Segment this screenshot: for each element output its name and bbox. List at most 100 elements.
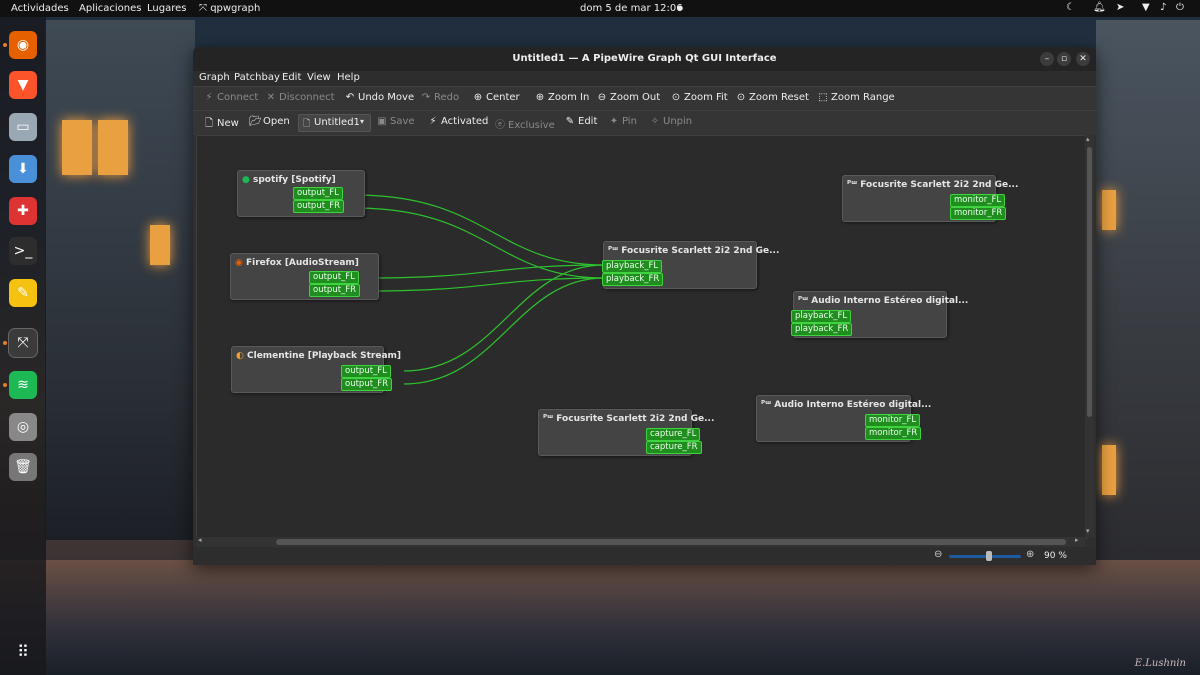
menu-patchbay[interactable]: Patchbay [234,72,280,83]
port-monitor-fr[interactable]: monitor_FR [950,207,1007,220]
menu-graph[interactable]: Graph [199,72,230,83]
menu-edit[interactable]: Edit [282,72,301,83]
port-output-fl[interactable]: output_FL [309,271,359,284]
zoom-out-button[interactable]: ⊖ Zoom Out [596,92,660,103]
telegram-icon[interactable]: ➤ [1116,2,1124,13]
volume-icon[interactable]: ♪ [1160,2,1166,13]
save-button[interactable]: ▣ Save [376,116,415,127]
activated-button[interactable]: ⚡ Activated [427,116,488,127]
menu-view[interactable]: View [307,72,331,83]
wifi-icon[interactable]: ▼ [1142,2,1150,13]
undo-move-button[interactable]: ↶ Undo Move [344,92,414,103]
port-monitor-fl[interactable]: monitor_FL [865,414,921,427]
zoom-reset-label: Zoom Reset [749,92,809,103]
node-focusrite-playback[interactable]: ᴾᵚ Focusrite Scarlett 2i2 2nd Ge... play… [602,241,779,289]
center-button[interactable]: ⊕ Center [472,92,520,103]
edit-button[interactable]: ✎ Edit [564,116,598,127]
activities-button[interactable]: Actividades [11,3,69,14]
disconnect-icon: ✕ [266,92,276,103]
activated-label: Activated [441,116,489,127]
qpwgraph-icon[interactable]: ⤧ [8,328,38,358]
patchbay-select-value: Untitled1 [314,117,360,128]
screenshot-icon[interactable]: ◎ [9,413,37,441]
port-output-fr[interactable]: output_FR [293,200,345,213]
app-menu[interactable]: ⤧ qpwgraph [199,3,260,14]
brave-icon[interactable]: ▼ [9,71,37,99]
bell-icon[interactable]: 🔔︎ [1093,2,1106,13]
redo-button[interactable]: ↷ Redo [420,92,459,103]
scroll-up-icon[interactable]: ▴ [1086,135,1090,143]
node-spotify[interactable]: ● spotify [Spotify] output_FL output_FR [237,170,365,217]
app-store-icon[interactable]: ✚ [9,197,37,225]
node-audio-interno-monitor[interactable]: ᴾᵚ Audio Interno Estéreo digital... moni… [756,395,931,442]
spotify-icon: ● [242,175,250,185]
save-label: Save [390,116,415,127]
port-playback-fr[interactable]: playback_FR [602,273,664,286]
chevron-down-icon: ▾ [360,117,365,126]
exclusive-button[interactable]: ⓔ Exclusive [494,116,555,131]
maximize-button[interactable]: ▫ [1057,52,1071,66]
unpin-button[interactable]: ✧ Unpin [649,116,692,127]
files-icon[interactable]: ▭ [9,113,37,141]
zoom-range-button[interactable]: ⬚ Zoom Range [817,92,894,103]
zoom-in-small-icon[interactable]: ⊕ [1026,549,1034,560]
zoom-in-button[interactable]: ⊕ Zoom In [534,92,590,103]
places-menu[interactable]: Lugares [147,3,186,14]
menu-help[interactable]: Help [337,72,360,83]
scroll-down-icon[interactable]: ▾ [1086,527,1090,535]
node-clementine[interactable]: ◐ Clementine [Playback Stream] output_FL… [231,346,401,393]
unpin-icon: ✧ [650,116,660,127]
clock[interactable]: dom 5 de mar 12:06 [580,3,683,14]
software-icon[interactable]: ⬇ [9,155,37,183]
disconnect-button[interactable]: ✕ Disconnect [265,92,335,103]
connect-button[interactable]: ⚡ Connect [203,92,258,103]
open-button[interactable]: 📂︎Open [249,116,290,127]
scroll-left-icon[interactable]: ◂ [198,536,202,544]
port-playback-fr[interactable]: playback_FR [791,323,853,336]
power-icon[interactable]: ⏻ [1176,2,1184,13]
zoom-reset-button[interactable]: ⊙ Zoom Reset [735,92,809,103]
app-grid-icon[interactable]: ⠿ [9,637,37,665]
night-light-icon[interactable]: ☾ [1066,2,1075,13]
zoom-fit-button[interactable]: ⊙ Zoom Fit [670,92,728,103]
port-capture-fl[interactable]: capture_FL [646,428,701,441]
port-playback-fl[interactable]: playback_FL [791,310,852,323]
horizontal-scroll-thumb[interactable] [276,539,1066,545]
connect-label: Connect [217,92,259,103]
zoom-out-small-icon[interactable]: ⊖ [934,549,942,560]
port-output-fr[interactable]: output_FR [309,284,361,297]
port-monitor-fr[interactable]: monitor_FR [865,427,922,440]
spotify-icon[interactable]: ≋ [9,371,37,399]
trash-icon[interactable]: 🗑︎ [9,453,37,481]
graph-canvas[interactable]: ● spotify [Spotify] output_FL output_FR … [196,135,1087,539]
port-output-fr[interactable]: output_FR [341,378,393,391]
wallpaper-lit-window [150,225,170,265]
pin-button[interactable]: ✦ Pin [608,116,637,127]
new-button[interactable]: 🗋 New [203,116,239,133]
node-focusrite-capture[interactable]: ᴾᵚ Focusrite Scarlett 2i2 2nd Ge... capt… [538,409,714,456]
qpwgraph-window: Untitled1 — A PipeWire Graph Qt GUI Inte… [193,47,1096,565]
patchbay-select[interactable]: 🗋 Untitled1 ▾ [298,114,371,132]
title-bar[interactable]: Untitled1 — A PipeWire Graph Qt GUI Inte… [193,47,1096,71]
node-firefox[interactable]: ◉ Firefox [AudioStream] output_FL output… [230,253,379,300]
text-editor-icon[interactable]: ✎ [9,279,37,307]
terminal-icon[interactable]: >_ [9,237,37,265]
zoom-slider-handle[interactable] [985,551,992,561]
close-button[interactable]: ✕ [1076,52,1090,66]
center-icon: ⊕ [473,92,483,103]
port-playback-fl[interactable]: playback_FL [602,260,663,273]
zoom-in-icon: ⊕ [535,92,545,103]
port-output-fl[interactable]: output_FL [293,187,343,200]
port-capture-fr[interactable]: capture_FR [646,441,702,454]
vertical-scrollbar[interactable]: ▴ ▾ [1085,135,1094,537]
horizontal-scrollbar[interactable]: ◂ ▸ [196,536,1085,547]
vertical-scroll-thumb[interactable] [1087,147,1092,417]
minimize-button[interactable]: – [1040,52,1054,66]
scroll-right-icon[interactable]: ▸ [1075,536,1079,544]
firefox-icon[interactable]: ◉ [9,31,37,59]
node-audio-interno-playback[interactable]: ᴾᵚ Audio Interno Estéreo digital... play… [791,291,968,338]
port-output-fl[interactable]: output_FL [341,365,391,378]
node-focusrite-monitor[interactable]: ᴾᵚ Focusrite Scarlett 2i2 2nd Ge... moni… [842,175,1018,222]
applications-menu[interactable]: Aplicaciones [79,3,141,14]
port-monitor-fl[interactable]: monitor_FL [950,194,1006,207]
